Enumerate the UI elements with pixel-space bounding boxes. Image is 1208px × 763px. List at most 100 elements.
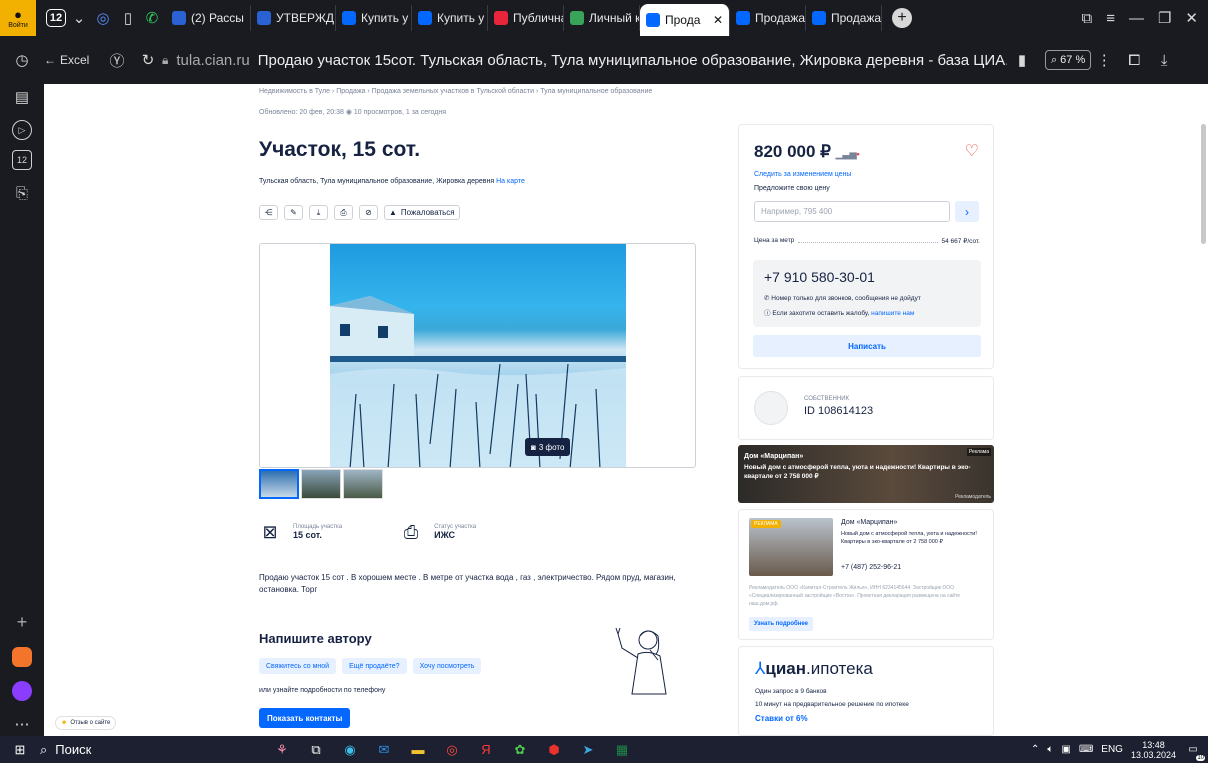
clock[interactable]: 13:48 13.03.2024 [1131, 740, 1176, 760]
zoom-indicator[interactable]: ⌕ 67 % [1045, 50, 1092, 70]
ad-title: Дом «Марципан» [744, 453, 804, 460]
menu-icon[interactable]: ≡ [1106, 9, 1115, 27]
new-tab-button[interactable]: + [892, 8, 912, 28]
owner-id[interactable]: ID 108614123 [804, 405, 873, 417]
minimize-icon[interactable]: — [1129, 9, 1144, 27]
close-icon[interactable]: ✕ [713, 13, 723, 27]
telegram-icon[interactable]: ➤ [576, 740, 600, 760]
phone-number[interactable]: +7 910 580-30-01 [764, 269, 875, 285]
dots-icon[interactable]: ⋯ [15, 715, 30, 733]
photo-count-button[interactable]: ◙ 3 фото [525, 438, 571, 456]
print-button[interactable]: ⎙ [334, 205, 353, 220]
tab-public[interactable]: Публична [488, 5, 564, 31]
write-us-link[interactable]: напишите нам [871, 310, 914, 317]
propose-submit-button[interactable]: › [955, 201, 979, 222]
plus-icon[interactable]: + [17, 612, 28, 633]
pdf-icon[interactable]: ⬢ [542, 740, 566, 760]
excel-icon[interactable]: ▦ [610, 740, 634, 760]
tab-doc[interactable]: УТВЕРЖД [251, 5, 336, 31]
object-address: Тульская область, Тула муниципальное обр… [259, 178, 525, 185]
follow-price-link[interactable]: Следить за изменением цены [754, 171, 851, 178]
tab-personal[interactable]: Личный к [564, 5, 640, 31]
fact-area: ⊠ Площадь участка 15 сот. [259, 521, 342, 543]
volume-icon[interactable]: 🔈︎ [1047, 744, 1053, 755]
chevron-down-icon[interactable]: ⌄ [70, 9, 88, 27]
chip-want-view[interactable]: Хочу посмотреть [412, 658, 482, 674]
show-contacts-button[interactable]: Показать контакты [259, 708, 351, 728]
reload-icon[interactable]: ↻ [134, 51, 162, 69]
yandex-icon[interactable]: Я [474, 740, 498, 760]
propose-price-input[interactable]: Например, 795 400 [754, 201, 950, 222]
rates-link[interactable]: Ставки от 6% [755, 714, 808, 723]
thumbnail-2[interactable] [301, 469, 341, 499]
download-button[interactable]: ⤓ [309, 205, 328, 220]
doc-sidebar-icon[interactable]: ▤ [9, 84, 35, 110]
warning-icon: ▲ [389, 208, 397, 217]
messenger-icon[interactable] [12, 647, 32, 667]
write-button[interactable]: Написать [753, 335, 981, 357]
taskbar-search[interactable]: ⌕ Поиск [40, 742, 210, 758]
language-indicator[interactable]: ENG [1101, 744, 1123, 755]
more-icon[interactable]: ⋮ [1091, 51, 1117, 69]
tabs-count-icon[interactable]: 12 [12, 150, 32, 170]
keyboard-icon[interactable]: ⌨ [1079, 744, 1093, 755]
network-icon[interactable]: ▣ [1061, 744, 1070, 755]
chip-contact-me[interactable]: Свяжитесь со мной [259, 658, 337, 674]
history-icon[interactable]: ◷ [0, 51, 44, 69]
explorer-icon[interactable]: ▬ [406, 740, 430, 760]
collections-icon[interactable]: ⧉ [1081, 9, 1092, 27]
tab-mail[interactable]: (2) Рассы [166, 5, 251, 31]
mail-icon[interactable]: ✉ [372, 740, 396, 760]
favorite-heart-icon[interactable]: ♡ [965, 141, 979, 161]
tab-cian-1[interactable]: Купить у [336, 5, 412, 31]
arrow-left-icon: ← [44, 53, 56, 67]
scrollbar[interactable] [1201, 124, 1206, 244]
ad-card[interactable]: РЕКЛАМА Дом «Марципан» Новый дом с атмос… [738, 509, 994, 640]
app-icon[interactable]: ✿ [508, 740, 532, 760]
yandex-browser-icon[interactable]: ◎ [440, 740, 464, 760]
tab-cian-2[interactable]: Купить у [412, 5, 488, 31]
edge-icon[interactable]: ◉ [338, 740, 362, 760]
task-view-icon[interactable]: ⧉ [304, 740, 328, 760]
login-button[interactable]: ● Войти [0, 0, 36, 36]
download-icon[interactable]: ⤓ [1151, 52, 1177, 69]
extensions-icon[interactable]: ⧠ [1117, 52, 1151, 69]
map-link[interactable]: На карте [496, 178, 525, 185]
tab-active[interactable]: Прода ✕ [640, 4, 730, 36]
bookmark-icon[interactable]: ▮ [1007, 51, 1037, 69]
girl-illustration [615, 627, 667, 695]
thumbnail-3[interactable] [343, 469, 383, 499]
tab-sale-2[interactable]: Продажа [806, 5, 882, 31]
yandex-icon[interactable]: Ⓨ [100, 50, 134, 71]
tray-chevron-icon[interactable]: ⌃ [1031, 744, 1039, 755]
windows-start-icon[interactable]: ⊞ [0, 740, 40, 760]
url-field[interactable]: 🔒︎ tula.cian.ru Продаю участок 15сот. Ту… [162, 52, 1007, 69]
alice-icon[interactable]: ◎ [92, 9, 114, 27]
alice-sidebar-icon[interactable] [12, 681, 32, 701]
back-button[interactable]: ← Excel [44, 53, 100, 67]
complain-button[interactable]: ▲ Пожаловаться [384, 205, 460, 220]
thumbnail-1[interactable] [259, 469, 299, 499]
tab-sale-1[interactable]: Продажа [730, 5, 806, 31]
hide-button[interactable]: ⊘ [359, 205, 378, 220]
close-window-icon[interactable]: ✕ [1185, 9, 1198, 27]
share-button[interactable]: ⋲ [259, 205, 278, 220]
tab-counter-badge[interactable]: 12 [46, 9, 66, 27]
site-feedback-button[interactable]: ☻ Отзыв о сайте [55, 716, 117, 730]
mortgage-card[interactable]: ⅄циан.ипотека Один запрос в 9 банков 10 … [738, 646, 994, 736]
ad-card-phone[interactable]: +7 (487) 252-96-21 [841, 564, 901, 571]
breadcrumb[interactable]: Недвижимость в Туле › Продажа › Продажа … [259, 88, 652, 95]
edit-button[interactable]: ✎ [284, 205, 303, 220]
chip-still-selling[interactable]: Ещё продаёте? [342, 658, 407, 674]
price-chart-icon[interactable]: ▁▃▅• [836, 149, 860, 159]
ad-banner[interactable]: Реклама Дом «Марципан» Новый дом с атмос… [738, 445, 994, 503]
whatsapp-icon[interactable]: ✆ [142, 9, 162, 27]
play-icon[interactable]: ▷ [12, 120, 32, 140]
learn-more-button[interactable]: Узнать подробнее [749, 617, 814, 631]
restore-icon[interactable]: ❐ [1158, 9, 1171, 27]
page-icon[interactable]: ▯ [118, 9, 138, 27]
camera-icon[interactable]: ⎘ [9, 180, 35, 206]
main-photo[interactable]: ◙ 3 фото [330, 244, 626, 467]
photo-gallery[interactable]: ◙ 3 фото [259, 243, 696, 468]
notifications-button[interactable]: ▭ 10 [1184, 741, 1205, 761]
